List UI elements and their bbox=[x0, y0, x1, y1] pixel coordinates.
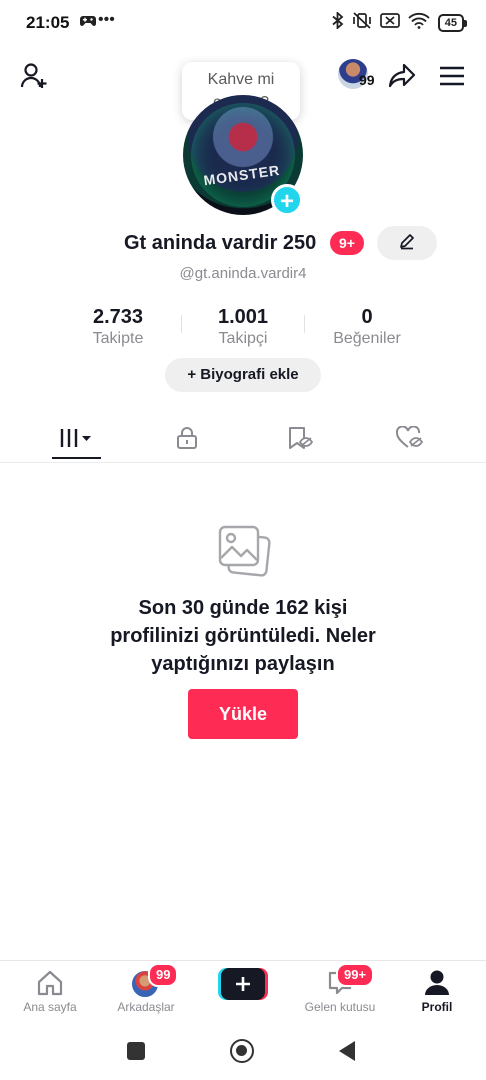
stat-divider bbox=[304, 315, 305, 333]
bookmark-hidden-icon bbox=[287, 426, 314, 455]
nav-inbox[interactable]: 99+ Gelen kutusu bbox=[290, 961, 390, 1014]
edit-profile-button[interactable] bbox=[377, 226, 437, 260]
add-friend-icon[interactable] bbox=[18, 60, 50, 92]
bubble-line-1: Kahve mi bbox=[207, 71, 275, 88]
grid-icon bbox=[58, 427, 96, 454]
menu-icon[interactable] bbox=[436, 60, 468, 92]
stat-followers[interactable]: 1.001 Takipçi bbox=[188, 306, 298, 348]
notification-more-icon: ••• bbox=[98, 11, 115, 28]
share-icon[interactable] bbox=[386, 60, 418, 92]
tab-saved[interactable] bbox=[270, 420, 330, 460]
pencil-icon bbox=[398, 232, 416, 255]
stat-label: Beğeniler bbox=[333, 330, 401, 347]
nav-label: Profil bbox=[421, 1000, 453, 1014]
stat-likes[interactable]: 0 Beğeniler bbox=[312, 306, 422, 348]
stat-divider bbox=[181, 315, 182, 333]
stat-value: 1.001 bbox=[217, 306, 269, 328]
inbox-icon-wrap: 99+ bbox=[290, 963, 390, 996]
lock-icon bbox=[176, 426, 198, 455]
empty-line-2: profilinizi görüntüledi. Neler bbox=[110, 625, 376, 647]
empty-line-1: Son 30 günde 162 kişi bbox=[138, 597, 348, 619]
status-bar: 21:05 ••• 45 bbox=[0, 0, 486, 48]
friends-count-badge: 99 bbox=[148, 963, 179, 987]
photos-icon bbox=[216, 522, 272, 578]
home-icon bbox=[0, 970, 100, 996]
add-bio-button[interactable]: + Biyografi ekle bbox=[165, 358, 321, 392]
create-button[interactable] bbox=[218, 968, 268, 1000]
recent-apps-icon[interactable] bbox=[127, 1042, 145, 1060]
add-story-icon[interactable]: + bbox=[271, 184, 303, 216]
nav-friends[interactable]: 99 Arkadaşlar bbox=[96, 961, 196, 1014]
profile-name: Gt aninda vardir 250 bbox=[124, 232, 317, 254]
tab-videos[interactable] bbox=[47, 420, 107, 460]
stat-value: 2.733 bbox=[92, 306, 144, 328]
heart-hidden-icon bbox=[395, 424, 424, 455]
name-badge[interactable]: 9+ bbox=[330, 231, 364, 255]
upload-button[interactable]: Yükle bbox=[188, 689, 298, 739]
active-tab-indicator bbox=[52, 457, 101, 459]
nav-home[interactable]: Ana sayfa bbox=[0, 961, 100, 1014]
tab-private[interactable] bbox=[157, 420, 217, 460]
nav-label: Gelen kutusu bbox=[304, 1000, 376, 1014]
empty-line-3: yaptığınızı paylaşın bbox=[151, 653, 335, 675]
empty-state-message: Son 30 günde 162 kişi profilinizi görünt… bbox=[0, 594, 486, 678]
vibrate-off-icon bbox=[352, 12, 372, 34]
profile-icon bbox=[387, 969, 486, 996]
battery-indicator: 45 bbox=[437, 14, 468, 32]
nav-label: Arkadaşlar bbox=[117, 1000, 175, 1014]
stat-label: Takipte bbox=[92, 330, 144, 347]
wifi-icon bbox=[408, 12, 430, 34]
status-time: 21:05 bbox=[26, 13, 70, 32]
back-icon[interactable] bbox=[338, 1040, 356, 1067]
friends-avatar-wrap: 99 bbox=[96, 963, 196, 999]
tab-liked[interactable] bbox=[380, 420, 440, 460]
stat-value: 0 bbox=[361, 306, 373, 328]
nav-label: Ana sayfa bbox=[23, 1000, 77, 1014]
system-nav-bar bbox=[0, 1022, 486, 1080]
stat-label: Takipçi bbox=[218, 330, 268, 347]
status-icons: 45 bbox=[332, 10, 468, 34]
stat-following[interactable]: 2.733 Takipte bbox=[63, 306, 173, 348]
game-controller-icon bbox=[80, 14, 96, 33]
friends-avatar-count: 99 bbox=[359, 72, 375, 88]
sim-off-icon bbox=[379, 13, 400, 33]
home-button-icon[interactable] bbox=[230, 1039, 254, 1063]
profile-handle: @gt.aninda.vardir4 bbox=[179, 265, 307, 282]
inbox-count-badge: 99+ bbox=[336, 963, 375, 987]
bluetooth-icon bbox=[332, 10, 344, 34]
nav-profile[interactable]: Profil bbox=[387, 961, 486, 1014]
